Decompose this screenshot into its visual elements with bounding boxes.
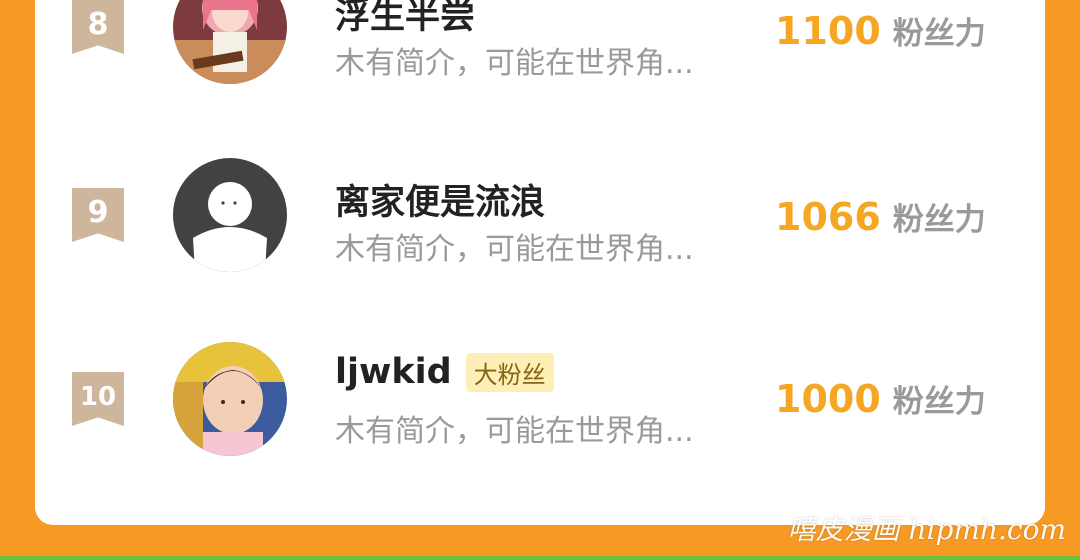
ranking-row[interactable]: 10 ljwkid 大粉丝 木有简介，可能在世界角... 1000 粉丝力 xyxy=(35,340,1045,460)
avatar[interactable] xyxy=(173,0,287,84)
name-row: ljwkid 大粉丝 xyxy=(335,352,554,392)
anime-girl-avatar-icon xyxy=(173,0,287,84)
user-name[interactable]: 离家便是流浪 xyxy=(335,174,545,225)
fan-ranking-card: 8 浮生半尝 木有简介，可能在世界角... 1100 粉丝力 9 离家便是流浪 … xyxy=(35,0,1045,525)
fan-power: 1100 粉丝力 xyxy=(775,8,986,53)
fan-power-unit: 粉丝力 xyxy=(892,202,986,238)
user-intro: 木有简介，可能在世界角... xyxy=(335,46,694,81)
user-intro: 木有简介，可能在世界角... xyxy=(335,232,694,267)
bottom-stripe xyxy=(0,556,1080,560)
fan-level-badge: 大粉丝 xyxy=(465,352,554,392)
rank-badge: 9 xyxy=(72,188,124,242)
fan-power-unit: 粉丝力 xyxy=(892,384,986,420)
rank-badge: 8 xyxy=(72,0,124,54)
ranking-row[interactable]: 8 浮生半尝 木有简介，可能在世界角... 1100 粉丝力 xyxy=(35,0,1045,88)
avatar[interactable] xyxy=(173,342,287,456)
fan-power-value: 1100 xyxy=(775,9,881,53)
fan-power: 1066 粉丝力 xyxy=(775,194,986,239)
fan-power: 1000 粉丝力 xyxy=(775,376,986,421)
child-photo-avatar-icon xyxy=(173,342,287,456)
default-person-avatar-icon xyxy=(173,158,287,272)
avatar[interactable] xyxy=(173,158,287,272)
user-intro: 木有简介，可能在世界角... xyxy=(335,414,694,449)
fan-power-value: 1066 xyxy=(775,195,881,239)
user-name[interactable]: ljwkid xyxy=(335,352,452,392)
fan-power-value: 1000 xyxy=(775,377,881,421)
ranking-row[interactable]: 9 离家便是流浪 木有简介，可能在世界角... 1066 粉丝力 xyxy=(35,156,1045,276)
user-name[interactable]: 浮生半尝 xyxy=(335,0,475,39)
rank-badge: 10 xyxy=(72,372,124,426)
fan-power-unit: 粉丝力 xyxy=(892,16,986,52)
watermark: 嘻皮漫画 hipmh.com xyxy=(787,513,1066,546)
